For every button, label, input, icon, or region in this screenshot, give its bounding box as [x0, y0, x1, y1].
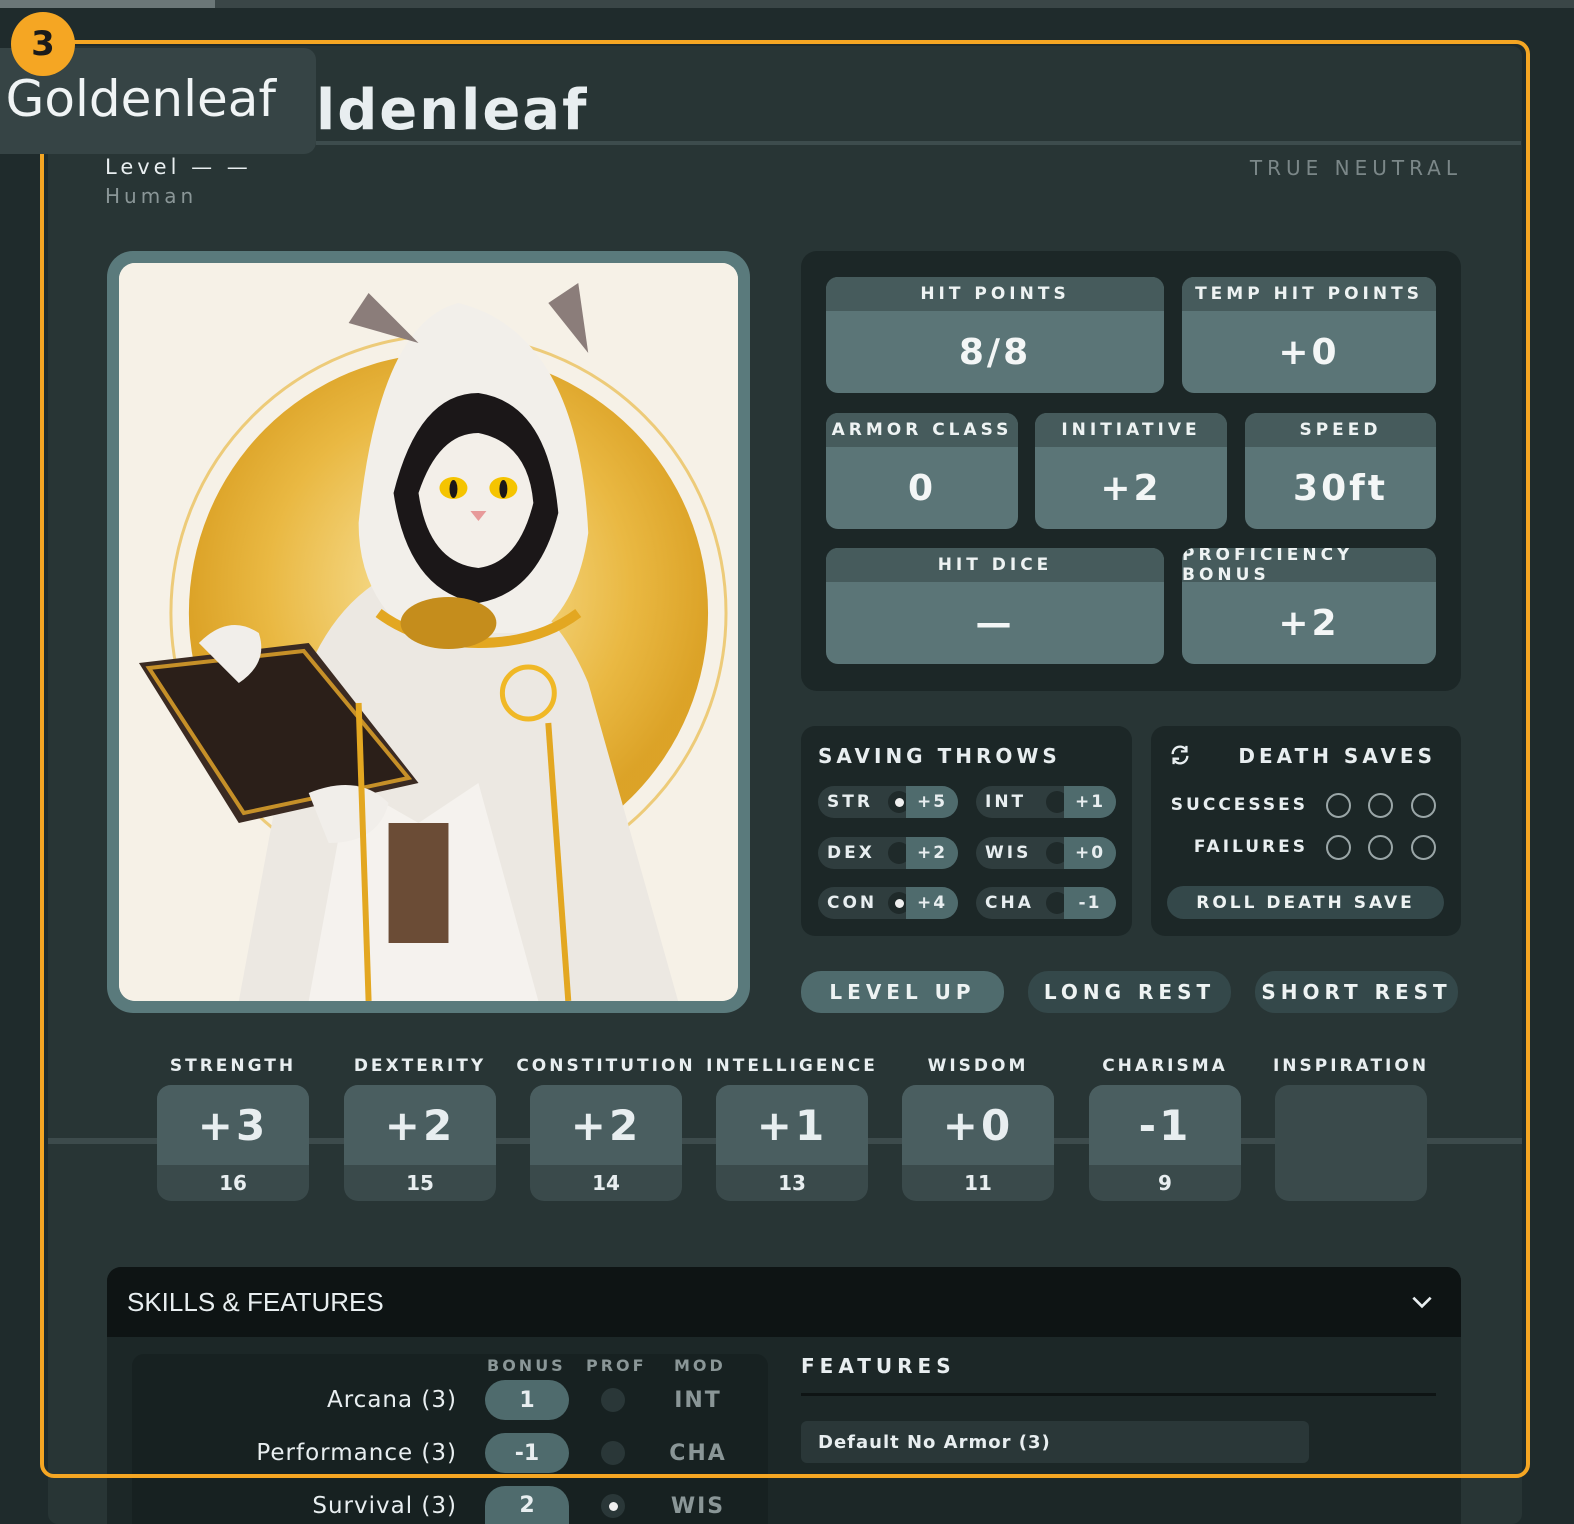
skill-bonus[interactable]: 1: [485, 1380, 569, 1420]
save-str[interactable]: STR +5: [818, 786, 958, 818]
success-circle[interactable]: [1411, 793, 1436, 818]
ability-label-charisma: CHARISMA: [1102, 1056, 1228, 1076]
armor-class-value: 0: [907, 467, 937, 509]
hit-points-box[interactable]: HIT POINTS 8/8: [826, 277, 1164, 393]
skill-name: Performance (3): [256, 1440, 457, 1466]
long-rest-button[interactable]: LONG REST: [1028, 971, 1231, 1013]
ability-label-dexterity: DEXTERITY: [353, 1056, 487, 1076]
window-top-bar: [0, 0, 1574, 8]
character-portrait: [119, 263, 738, 1001]
scroll-indicator: [0, 0, 215, 8]
column-bonus: BONUS: [487, 1356, 566, 1375]
initiative-value: +2: [1100, 467, 1162, 509]
hit-points-value: 8/8: [958, 331, 1032, 373]
column-prof: PROF: [586, 1356, 647, 1375]
feature-item[interactable]: Default No Armor (3): [801, 1421, 1309, 1463]
character-name: ldenleaf: [316, 78, 589, 143]
failure-circle[interactable]: [1326, 835, 1351, 860]
skill-name: Arcana (3): [327, 1387, 457, 1413]
ability-label-wisdom: WISDOM: [927, 1056, 1029, 1076]
save-wis[interactable]: WIS +0: [976, 837, 1116, 869]
ability-intelligence[interactable]: +1 13: [716, 1085, 868, 1201]
skill-name: Survival (3): [312, 1493, 457, 1519]
death-saves-panel: DEATH SAVES SUCCESSES FAILURES ROLL DEAT…: [1151, 726, 1461, 936]
skill-bonus[interactable]: 2: [485, 1486, 569, 1524]
save-con[interactable]: CON +4: [818, 887, 958, 919]
character-alignment: TRUE NEUTRAL: [1249, 156, 1462, 180]
skill-bonus[interactable]: -1: [485, 1433, 569, 1473]
step-marker-badge: 3: [11, 12, 75, 76]
save-cha[interactable]: CHA -1: [976, 887, 1116, 919]
character-race: Human: [105, 184, 198, 208]
death-saves-title: DEATH SAVES: [1238, 744, 1436, 768]
ability-wisdom[interactable]: +0 11: [902, 1085, 1054, 1201]
armor-class-box[interactable]: ARMOR CLASS 0: [826, 413, 1018, 529]
column-mod: MOD: [674, 1356, 726, 1375]
skill-proficiency-toggle[interactable]: [601, 1494, 625, 1518]
temp-hit-points-value: +0: [1278, 331, 1340, 373]
ability-label-inspiration: INSPIRATION: [1272, 1056, 1430, 1076]
failure-circle[interactable]: [1411, 835, 1436, 860]
skill-mod: CHA: [669, 1441, 727, 1466]
temp-hit-points-box[interactable]: TEMP HIT POINTS +0: [1182, 277, 1436, 393]
features-divider: [801, 1393, 1436, 1396]
save-dex[interactable]: DEX +2: [818, 837, 958, 869]
success-circle[interactable]: [1326, 793, 1351, 818]
level-up-button[interactable]: LEVEL UP: [801, 971, 1004, 1013]
success-circle[interactable]: [1368, 793, 1393, 818]
saving-throws-panel: SAVING THROWS STR +5 INT +1 DEX +2 WIS +…: [801, 726, 1132, 936]
speed-box[interactable]: SPEED 30ft: [1245, 413, 1436, 529]
combat-stats-panel: HIT POINTS 8/8 TEMP HIT POINTS +0 ARMOR …: [801, 251, 1461, 691]
short-rest-button[interactable]: SHORT REST: [1255, 971, 1458, 1013]
initiative-box[interactable]: INITIATIVE +2: [1035, 413, 1227, 529]
ability-label-strength: STRENGTH: [169, 1056, 297, 1076]
saving-throws-title: SAVING THROWS: [818, 744, 1061, 768]
death-failures-row: FAILURES: [1151, 833, 1461, 863]
proficiency-bonus-value: +2: [1278, 602, 1340, 644]
death-successes-row: SUCCESSES: [1151, 791, 1461, 821]
skill-proficiency-toggle[interactable]: [601, 1441, 625, 1465]
proficiency-bonus-box[interactable]: PROFICIENCY BONUS +2: [1182, 548, 1436, 664]
skills-features-header[interactable]: SKILLS & FEATURES: [107, 1267, 1461, 1337]
ability-charisma[interactable]: -1 9: [1089, 1085, 1241, 1201]
skill-mod: INT: [674, 1388, 722, 1413]
roll-death-save-button[interactable]: ROLL DEATH SAVE: [1167, 886, 1444, 919]
portrait-frame[interactable]: [107, 251, 750, 1013]
refresh-icon[interactable]: [1169, 744, 1191, 766]
hit-dice-box[interactable]: HIT DICE —: [826, 548, 1164, 664]
skill-proficiency-toggle[interactable]: [601, 1388, 625, 1412]
ability-dexterity[interactable]: +2 15: [344, 1085, 496, 1201]
skill-mod: WIS: [670, 1494, 726, 1519]
failure-circle[interactable]: [1368, 835, 1393, 860]
ability-strength[interactable]: +3 16: [157, 1085, 309, 1201]
hit-dice-value: —: [975, 602, 1015, 644]
skills-features-title: SKILLS & FEATURES: [127, 1287, 384, 1317]
ability-label-intelligence: INTELLIGENCE: [706, 1056, 878, 1076]
features-title: FEATURES: [801, 1354, 956, 1378]
ability-label-constitution: CONSTITUTION: [516, 1056, 696, 1076]
save-int[interactable]: INT +1: [976, 786, 1116, 818]
ability-constitution[interactable]: +2 14: [530, 1085, 682, 1201]
speed-value: 30ft: [1293, 467, 1388, 509]
character-level: Level — —: [105, 155, 252, 179]
inspiration-box[interactable]: [1275, 1085, 1427, 1201]
chevron-down-icon[interactable]: [1409, 1289, 1435, 1315]
